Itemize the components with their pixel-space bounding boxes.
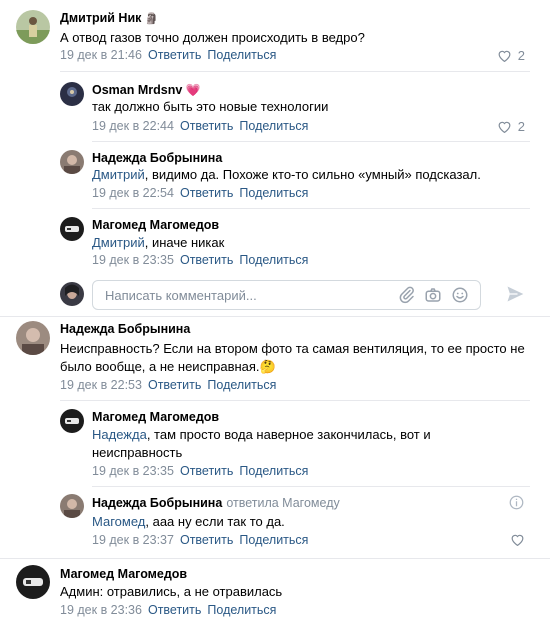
- comment-meta: 19 дек в 23:37 Ответить Поделиться: [92, 533, 308, 547]
- comment-meta: 19 дек в 23:35 Ответить Поделиться: [92, 253, 308, 267]
- comment-meta: 19 дек в 21:46 Ответить Поделиться: [60, 48, 276, 62]
- emoji-icon[interactable]: [451, 286, 469, 304]
- share-link[interactable]: Поделиться: [239, 533, 308, 547]
- replied-to-label[interactable]: ответила Магомеду: [226, 496, 339, 510]
- paperclip-icon[interactable]: [398, 286, 416, 304]
- avatar[interactable]: [16, 565, 50, 599]
- share-link[interactable]: Поделиться: [207, 378, 276, 392]
- heart-icon: [498, 50, 511, 62]
- comment-author[interactable]: Osman Mrdsnv 💗: [92, 83, 201, 97]
- comment-author[interactable]: Магомед Магомедов: [92, 410, 219, 424]
- comment-author[interactable]: Дмитрий Ник 🗿: [60, 11, 159, 25]
- like-button[interactable]: 2: [497, 48, 525, 63]
- like-button[interactable]: 2: [497, 119, 525, 134]
- comment-author[interactable]: Надежда Бобрынина ответила Магомеду: [92, 496, 340, 510]
- author-badge: 🗿: [144, 13, 159, 25]
- share-link[interactable]: Поделиться: [239, 464, 308, 478]
- reply-mention-link[interactable]: Магомед: [92, 514, 145, 529]
- reply-link[interactable]: Ответить: [180, 533, 233, 547]
- comment-text: Дмитрий, иначе никак: [92, 235, 225, 250]
- reply-link[interactable]: Ответить: [180, 119, 233, 133]
- divider: [60, 400, 530, 401]
- comment-text: А отвод газов точно должен происходить в…: [60, 30, 365, 45]
- divider: [92, 208, 530, 209]
- share-link[interactable]: Поделиться: [207, 603, 276, 617]
- reply-mention-link[interactable]: Дмитрий: [92, 167, 145, 182]
- comment-date[interactable]: 19 дек в 22:53: [60, 378, 142, 392]
- heart-icon: [511, 534, 524, 546]
- reply-link[interactable]: Ответить: [180, 464, 233, 478]
- share-link[interactable]: Поделиться: [207, 48, 276, 62]
- heart-icon: [498, 121, 511, 133]
- share-link[interactable]: Поделиться: [239, 119, 308, 133]
- avatar[interactable]: [60, 82, 84, 106]
- comment-input-box[interactable]: [92, 280, 481, 310]
- comment-date[interactable]: 19 дек в 21:46: [60, 48, 142, 62]
- comment-date[interactable]: 19 дек в 22:44: [92, 119, 174, 133]
- divider: [92, 486, 530, 487]
- comment-meta: 19 дек в 22:53 Ответить Поделиться: [60, 378, 276, 392]
- comment-text: Админ: отравились, а не отравилась: [60, 584, 283, 599]
- divider: [60, 71, 530, 72]
- divider: [0, 316, 550, 317]
- avatar[interactable]: [16, 10, 50, 44]
- reply-link[interactable]: Ответить: [148, 48, 201, 62]
- reply-link[interactable]: Ответить: [180, 186, 233, 200]
- send-icon[interactable]: [505, 284, 525, 304]
- avatar[interactable]: [60, 409, 84, 433]
- reply-mention-link[interactable]: Дмитрий: [92, 235, 145, 250]
- comment-meta: 19 дек в 23:36 Ответить Поделиться: [60, 603, 276, 617]
- comment-meta: 19 дек в 22:44 Ответить Поделиться: [92, 119, 308, 133]
- comment-input[interactable]: [103, 287, 387, 304]
- comment-text: Дмитрий, видимо да. Похоже кто-то сильно…: [92, 167, 481, 182]
- reply-link[interactable]: Ответить: [148, 378, 201, 392]
- reply-link[interactable]: Ответить: [180, 253, 233, 267]
- comment-date[interactable]: 19 дек в 22:54: [92, 186, 174, 200]
- comment-text: так должно быть это новые технологии: [92, 99, 329, 114]
- avatar[interactable]: [60, 217, 84, 241]
- divider: [0, 558, 550, 559]
- avatar[interactable]: [60, 150, 84, 174]
- reply-mention-link[interactable]: Надежда: [92, 427, 147, 442]
- comment-author[interactable]: Магомед Магомедов: [60, 567, 187, 581]
- thinking-emoji-icon: 🤔: [259, 359, 276, 374]
- comment-author[interactable]: Надежда Бобрынина: [60, 322, 190, 336]
- divider: [92, 141, 530, 142]
- share-link[interactable]: Поделиться: [239, 253, 308, 267]
- share-link[interactable]: Поделиться: [239, 186, 308, 200]
- comment-date[interactable]: 19 дек в 23:37: [92, 533, 174, 547]
- comment-text: Неисправность? Если на втором фото та са…: [60, 341, 525, 374]
- comment-text: Магомед, ааа ну если так то да.: [92, 514, 285, 529]
- like-count: 2: [517, 48, 525, 63]
- comment-author[interactable]: Надежда Бобрынина: [92, 151, 222, 165]
- camera-icon[interactable]: [424, 286, 442, 304]
- comment-author[interactable]: Магомед Магомедов: [92, 218, 219, 232]
- reply-link[interactable]: Ответить: [148, 603, 201, 617]
- heart-badge-icon: 💗: [185, 83, 201, 97]
- info-icon[interactable]: [509, 495, 524, 510]
- comment-date[interactable]: 19 дек в 23:35: [92, 464, 174, 478]
- avatar[interactable]: [16, 321, 50, 355]
- like-count: 2: [517, 119, 525, 134]
- avatar[interactable]: [60, 494, 84, 518]
- comment-date[interactable]: 19 дек в 23:36: [60, 603, 142, 617]
- comment-text: Надежда, там просто вода наверное законч…: [92, 427, 431, 460]
- comment-meta: 19 дек в 22:54 Ответить Поделиться: [92, 186, 308, 200]
- comment-meta: 19 дек в 23:35 Ответить Поделиться: [92, 464, 308, 478]
- like-button[interactable]: [510, 533, 525, 546]
- comment-date[interactable]: 19 дек в 23:35: [92, 253, 174, 267]
- my-avatar: [60, 282, 84, 306]
